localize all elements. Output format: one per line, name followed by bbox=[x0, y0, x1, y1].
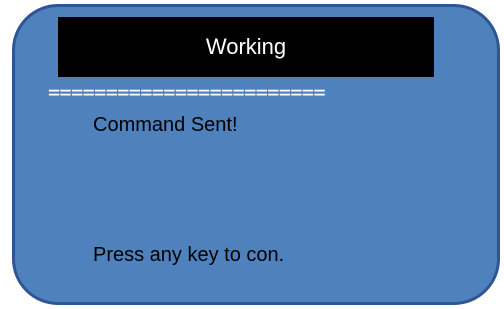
screen-title: Working bbox=[205, 34, 287, 59]
continue-prompt: Press any key to con. bbox=[93, 244, 285, 266]
title-bar: Working bbox=[58, 17, 434, 77]
separator-line: ======================== bbox=[48, 80, 325, 104]
status-message: Command Sent! bbox=[93, 114, 238, 136]
